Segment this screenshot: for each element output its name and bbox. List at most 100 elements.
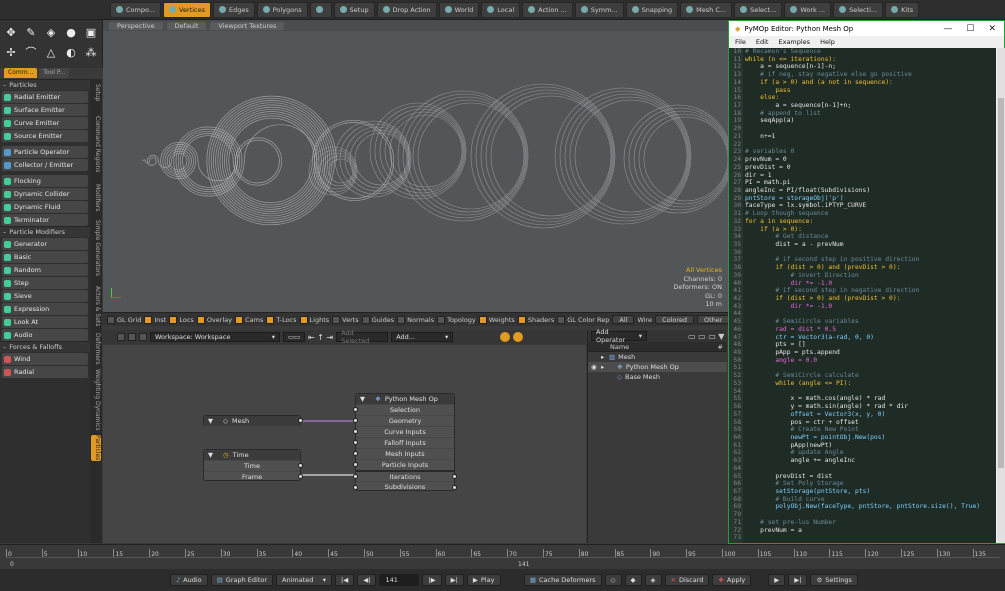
tool-item[interactable]: Expression (2, 303, 88, 315)
toolbar-button[interactable]: Vertices (163, 1, 211, 18)
toggle-checkbox[interactable] (266, 315, 275, 324)
viewport-perspective-button[interactable]: Perspective (109, 21, 163, 30)
tool-item[interactable]: Audio (2, 329, 88, 341)
tool-item[interactable]: Wind (2, 353, 88, 365)
toggle-checkbox[interactable] (361, 315, 370, 324)
panel-section-header[interactable]: – Forces & Falloffs (0, 341, 90, 352)
record-icon[interactable] (500, 332, 511, 342)
play-button[interactable]: ▶ Play (466, 574, 501, 586)
outliner-tools-icon[interactable]: ▭ ▭ ▭ ▼ (688, 332, 724, 341)
camera-tool-icon[interactable]: ▣ (83, 24, 99, 40)
editor-menu-help[interactable]: Help (820, 38, 835, 46)
timeline[interactable]: 0 5 10 15 20 25 30 35 40 45 50 55 60 65 70 75 80 85 90 95 10… (0, 544, 1005, 569)
side-tab[interactable]: Modifiers (91, 183, 101, 213)
tool-item[interactable]: Surface Emitter (2, 104, 88, 116)
forward-key-button[interactable]: ▶| (788, 574, 808, 586)
maximize-icon[interactable]: ☐ (966, 24, 974, 34)
toggle-checkbox[interactable] (557, 315, 566, 324)
tool-item[interactable]: Random (2, 264, 88, 276)
add-operator-dropdown[interactable]: Add Operator ▾ (591, 328, 647, 344)
viewport-toggle[interactable]: Lights (299, 315, 329, 324)
graph-editor-button[interactable]: ▤ Graph Editor (210, 574, 274, 586)
viewport-toggle[interactable]: Shaders (517, 315, 554, 324)
toggle-checkbox[interactable] (397, 315, 406, 324)
viewport-toggle[interactable]: Guides (361, 315, 394, 324)
node-port[interactable] (353, 429, 358, 434)
tool-item[interactable]: Sieve (2, 290, 88, 302)
particle-tool-icon[interactable]: ⁂ (83, 44, 99, 60)
tool-item[interactable]: Basic (2, 251, 88, 263)
layout-button[interactable]: ▭▭ (283, 332, 305, 342)
viewport-toggle[interactable]: Inst (144, 315, 166, 324)
viewport-toggle[interactable]: Locs (169, 315, 194, 324)
collide-tool-icon[interactable]: ◐ (63, 44, 79, 60)
toggle-checkbox[interactable] (299, 315, 308, 324)
outliner-row[interactable]: ◉ ▸ ❖ Python Mesh Op (588, 362, 727, 372)
side-tab[interactable]: Setup (91, 81, 101, 105)
toolbar-button[interactable] (309, 1, 332, 18)
scrollbar-thumb[interactable] (998, 98, 1004, 468)
toggle-checkbox[interactable] (478, 315, 487, 324)
node-port[interactable] (353, 462, 358, 467)
toolbar-button[interactable]: Symm... (574, 1, 624, 18)
tool-item[interactable]: Flocking (2, 175, 88, 187)
viewport-textures-button[interactable]: Viewport Textures (210, 21, 285, 30)
tool-item[interactable]: Particle Operator (2, 146, 88, 158)
toggle-checkbox[interactable] (144, 315, 153, 324)
toolbar-button[interactable]: Kits (885, 1, 920, 18)
side-tab[interactable]: Weighting (91, 369, 101, 399)
node-port[interactable] (353, 474, 358, 479)
editor-menu-examples[interactable]: Examples (778, 38, 810, 46)
node-python-mesh-op[interactable]: ▼ ❖ Python Mesh Op Selection Geometry Curve … (353, 393, 457, 491)
node-time[interactable]: ▼ ◷ Time Time Frame (203, 449, 303, 481)
collapse-arrow-icon[interactable]: – (3, 228, 6, 236)
toolbar-button[interactable]: Edges (212, 1, 255, 18)
toggle-checkbox[interactable] (107, 315, 115, 324)
tool-item[interactable]: Collector / Emitter (2, 159, 88, 171)
side-tab[interactable]: Command Regions (91, 109, 101, 179)
collapse-arrow-icon[interactable]: ▼ (208, 417, 213, 425)
discard-button[interactable]: ✕ Discard (664, 574, 710, 586)
toolbar-button[interactable]: Select... (734, 1, 783, 18)
viewport-toggle[interactable]: GL Grid (107, 315, 141, 324)
node-port[interactable] (353, 451, 358, 456)
paint-tool-icon[interactable]: ◈ (43, 24, 59, 40)
panel-section-header[interactable]: – Particle Modifiers (0, 226, 90, 237)
node-port[interactable] (353, 418, 358, 423)
audio-button[interactable]: ♪ Audio (170, 574, 208, 586)
schematic-graph[interactable]: ▼ ◇ Mesh ▼ ◷ Time Time Frame ▼ ❖ Python Mesh O… (103, 345, 586, 543)
toolbar-button[interactable]: Work ... (784, 1, 832, 18)
toolbar-button[interactable]: World (438, 1, 480, 18)
tool-item[interactable]: Curve Emitter (2, 117, 88, 129)
viewport-toggle[interactable]: Normals (397, 315, 434, 324)
side-tab[interactable]: Deformers (91, 333, 101, 365)
schematic-tool-icon[interactable] (139, 333, 147, 341)
key-button[interactable]: ◈ (644, 574, 662, 586)
key-button[interactable]: ◆ (624, 574, 642, 586)
viewport-toggle[interactable]: T-Locs (266, 315, 297, 324)
schematic-tool-icon[interactable] (128, 333, 136, 341)
collapse-arrow-icon[interactable]: ▼ (360, 395, 365, 403)
toolbar-button[interactable]: Mesh C... (680, 1, 733, 18)
toggle-checkbox[interactable] (169, 315, 178, 324)
other-dropdown[interactable]: Other (697, 315, 730, 324)
step-back-button[interactable]: ◀| (357, 574, 377, 586)
tool-item[interactable]: Dynamic Fluid (2, 201, 88, 213)
toolbar-button[interactable]: Selecti... (833, 1, 884, 18)
current-frame-field[interactable]: 141 (379, 574, 420, 586)
settings-button[interactable]: ⚙ Settings (810, 574, 858, 586)
minimize-icon[interactable]: — (943, 24, 952, 34)
tool-item[interactable]: Generator (2, 238, 88, 250)
viewport-toggle[interactable]: GL Color Rep (557, 315, 609, 324)
toggle-checkbox[interactable] (437, 315, 446, 324)
toolbar-button[interactable]: Setup (333, 1, 375, 18)
side-tab[interactable]: Particles (91, 435, 101, 461)
cache-deformers-button[interactable]: ▦ Cache Deformers (523, 574, 602, 586)
add-node-dropdown[interactable]: Add... ▾ (391, 332, 454, 342)
collapse-arrow-icon[interactable]: ▼ (208, 451, 213, 459)
node-port[interactable] (298, 463, 303, 468)
light-tool-icon[interactable]: ● (63, 24, 79, 40)
node-port[interactable] (353, 485, 358, 490)
editor-menu-edit[interactable]: Edit (756, 38, 769, 46)
animated-dropdown[interactable]: Animated ▾ (276, 574, 333, 586)
